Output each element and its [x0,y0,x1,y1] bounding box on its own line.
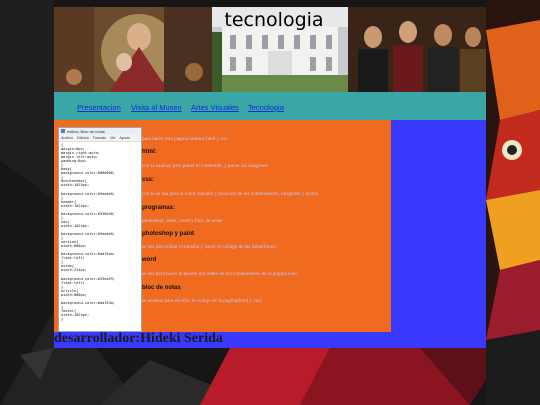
section-text: se usa para hacer el boceto del orden de… [142,271,297,277]
notepad-title: estilos: Bloc de notas [67,129,105,134]
main-section: estilos: Bloc de notas Archivo Edicion F… [54,120,486,332]
site-title: tecnologia [224,9,324,31]
notepad-titlebar: estilos: Bloc de notas [59,128,141,135]
footer: desarrollador:Hideki Serida [54,331,486,348]
header-banner: tecnologia [54,7,486,92]
header-portrait-image [348,7,486,92]
section-heading: bloc de notas [142,285,181,291]
intro-text: para hacer esta pagina usamos html y css [142,136,228,142]
notepad-menu-item: Ver [110,136,116,140]
nav-link-tecnologia[interactable]: Tecnologia [248,103,284,112]
section-text: photoshop, atom, word y bloc de notas [142,218,223,224]
section-text: con la se usa para el color, tamaño y po… [142,191,318,197]
section-heading: html: [142,149,157,155]
notepad-screenshot: estilos: Bloc de notas Archivo Edicion F… [58,127,142,332]
notepad-menu-item: Ayuda [119,136,130,140]
section-heading: programas: [142,205,176,211]
nav-link-presentacion[interactable]: Presentacion [77,103,121,112]
notepad-menu-item: Edicion [76,136,89,140]
notepad-icon [61,129,65,133]
header-painting-image [54,7,212,92]
notepad-menu-item: Archivo [61,136,73,140]
nav-link-visita-museo[interactable]: Visita al Museo [131,103,182,112]
notepad-menubar: Archivo Edicion Formato Ver Ayuda [59,135,141,142]
notepad-menu-item: Formato [92,136,107,140]
section-heading: photoshop y paint [142,231,194,237]
page-container: tecnologia Presentacion Visita al Museo … [54,7,486,348]
aside-panel [391,120,486,332]
main-nav: Presentacion Visita al Museo Artes Visua… [54,92,486,120]
section-text: se usamos para escribir le codigo de la … [142,298,262,304]
article-panel: estilos: Bloc de notas Archivo Edicion F… [54,120,391,332]
section-heading: word [142,257,157,263]
nav-link-artes-visuales[interactable]: Artes Visuales [191,103,239,112]
section-text: con la usamos para poner el contenido, y… [142,163,268,169]
notepad-code: { margin:0px; margin-right:auto; margin-… [61,143,116,322]
developer-credit: desarrollador:Hideki Serida [54,331,223,346]
section-heading: css: [142,177,155,183]
section-text: se usa para editar el tamaño y hacer el … [142,244,276,250]
